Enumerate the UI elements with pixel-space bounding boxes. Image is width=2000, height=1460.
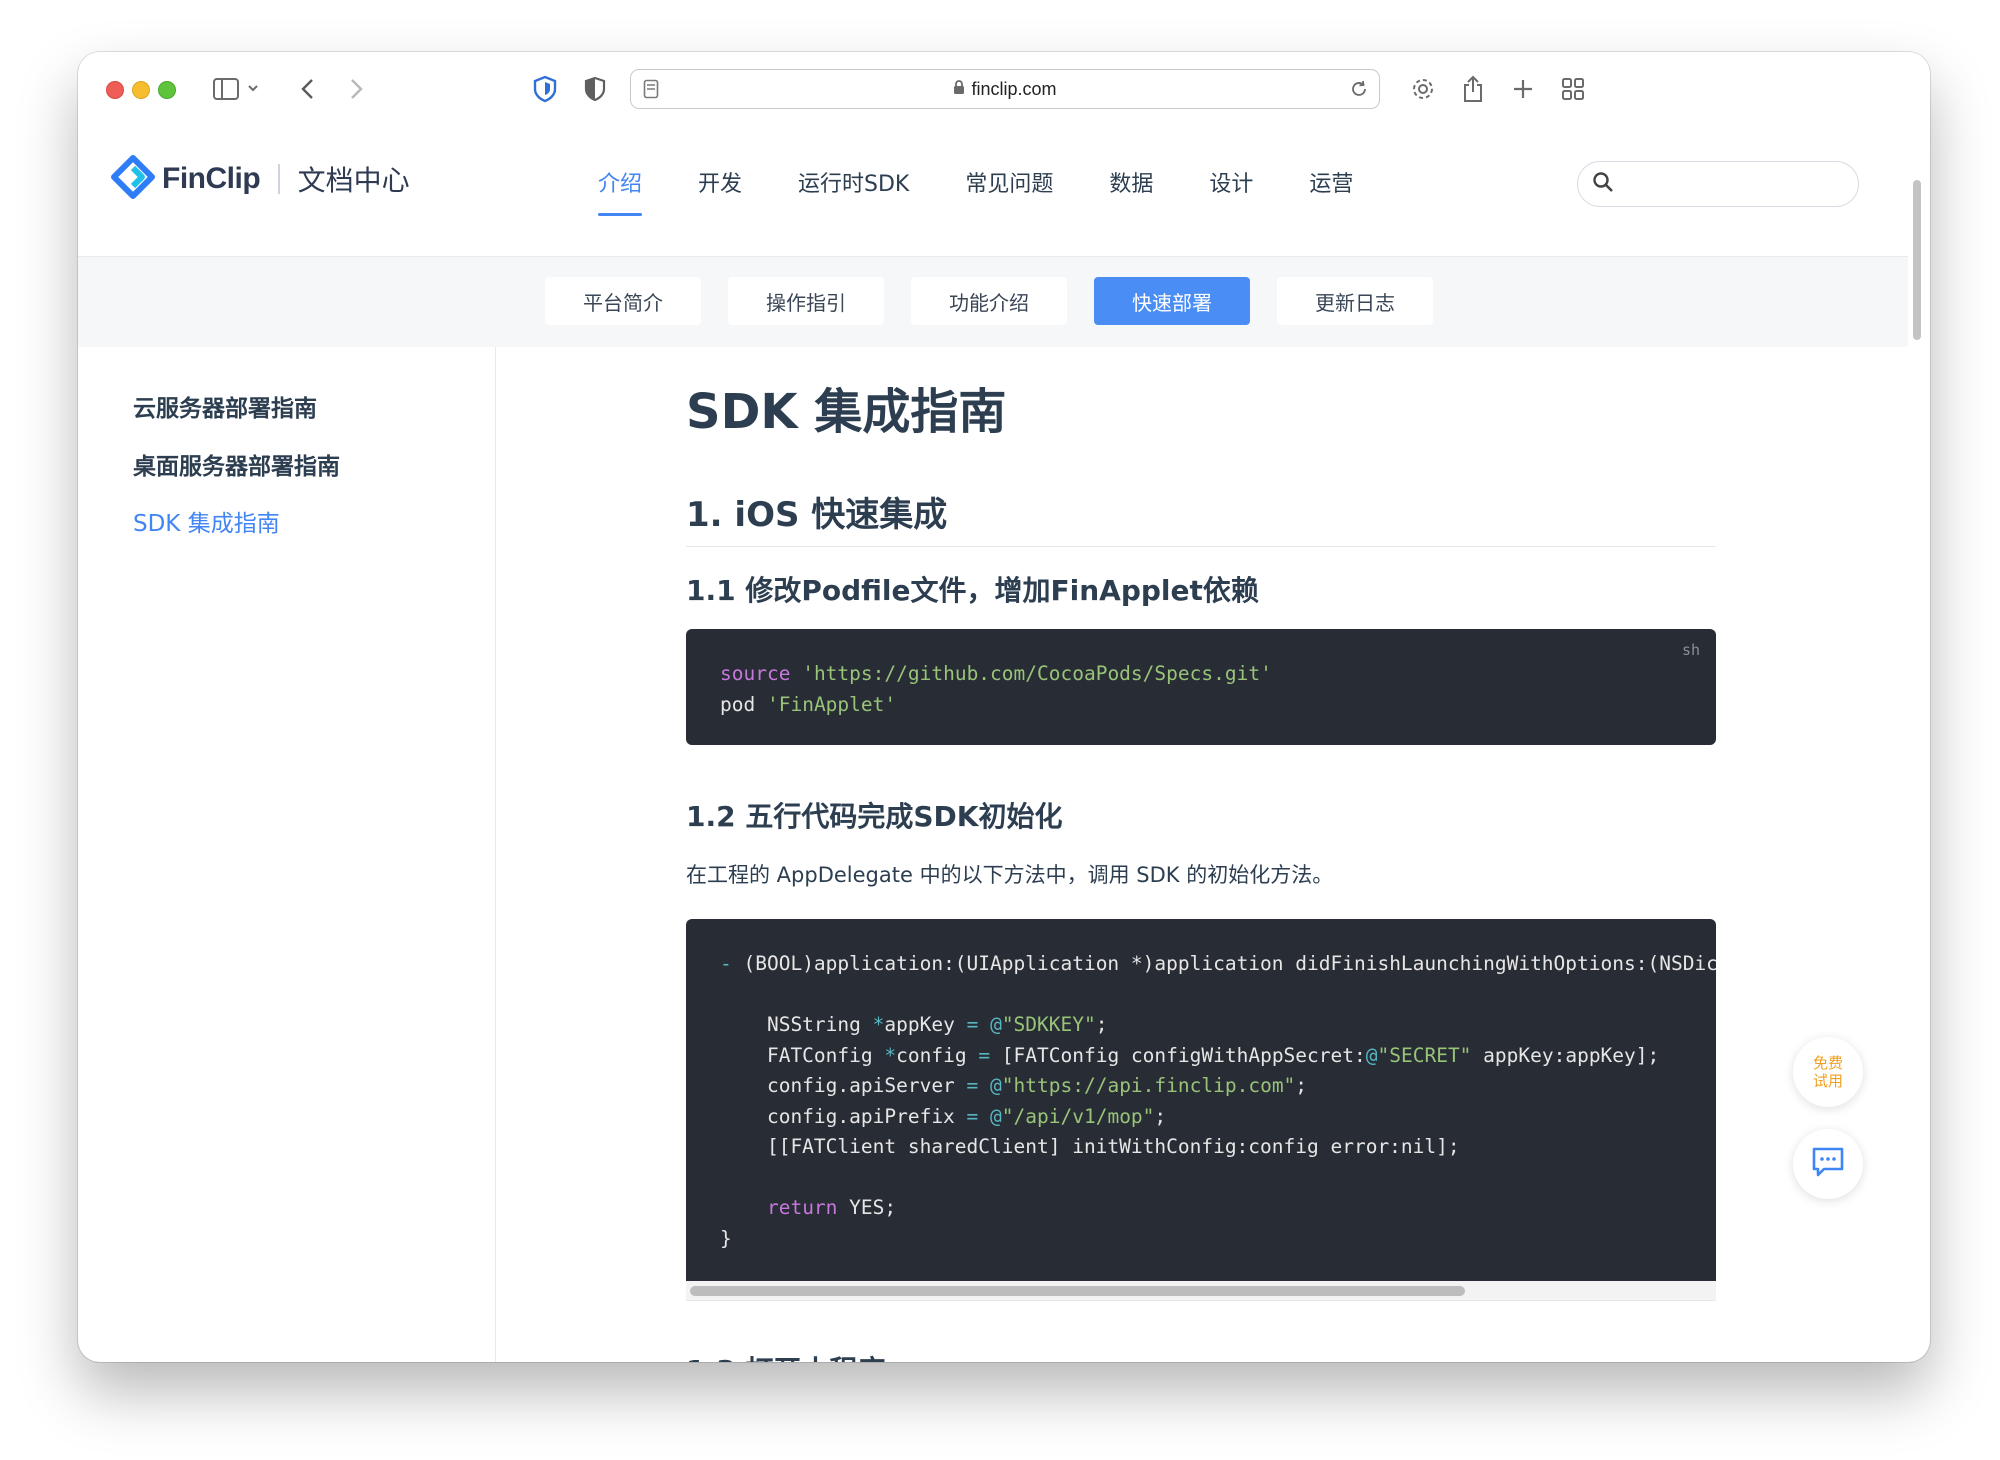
section-heading-ios: 1. iOS 快速集成	[686, 487, 1716, 547]
nav-item-data[interactable]: 数据	[1109, 166, 1153, 212]
page-vertical-scrollbar[interactable]	[1910, 126, 1924, 1362]
lock-icon	[953, 79, 965, 99]
doc-sidebar: 云服务器部署指南 桌面服务器部署指南 SDK 集成指南	[78, 347, 496, 1362]
main-nav: 介绍 开发 运行时SDK 常见问题 数据 设计 运营	[598, 166, 1409, 216]
share-icon[interactable]	[1458, 70, 1488, 108]
search-box[interactable]	[1577, 161, 1859, 207]
subnav-operation-guide[interactable]: 操作指引	[728, 277, 884, 325]
url-text: finclip.com	[971, 78, 1057, 99]
nav-item-develop[interactable]: 开发	[698, 166, 742, 212]
gear-icon[interactable]	[1408, 70, 1438, 108]
sub-nav-bar: 平台简介 操作指引 功能介绍 快速部署 更新日志	[78, 257, 1908, 347]
nav-item-design[interactable]: 设计	[1209, 166, 1253, 212]
nav-item-operation[interactable]: 运营	[1309, 166, 1353, 212]
site-header: FinClip 文档中心 介绍 开发 运行时SDK 常见问题 数据 设计 运营	[78, 126, 1908, 257]
privacy-shield-icon[interactable]	[580, 70, 610, 108]
zoom-window-button[interactable]	[158, 81, 176, 99]
chat-icon	[1811, 1146, 1845, 1182]
browser-toolbar: finclip.com	[78, 52, 1930, 126]
free-trial-label: 免费试用	[1812, 1054, 1843, 1090]
search-icon	[1592, 171, 1614, 197]
browser-window: finclip.com FinClip 文档中心 介绍 开发 运行时SDK 常见…	[78, 52, 1930, 1362]
subnav-quick-deploy[interactable]: 快速部署	[1094, 277, 1250, 325]
sidebar-item-desktop-deploy[interactable]: 桌面服务器部署指南	[133, 447, 340, 481]
back-icon[interactable]	[292, 70, 322, 108]
code-keyword: pod	[720, 692, 756, 716]
code-string: 'https://github.com/CocoaPods/Specs.git'	[802, 662, 1272, 685]
address-bar[interactable]: finclip.com	[630, 69, 1380, 109]
close-window-button[interactable]	[106, 81, 124, 99]
free-trial-button[interactable]: 免费试用	[1793, 1037, 1863, 1107]
page-title: SDK 集成指南	[686, 384, 1007, 440]
chat-button[interactable]	[1793, 1129, 1863, 1199]
nav-item-runtime-sdk[interactable]: 运行时SDK	[798, 166, 909, 212]
subsection-heading-open-applet: 1.3 打开小程序	[686, 1349, 885, 1362]
code-init-lines: - (BOOL)application:(UIApplication *)app…	[720, 952, 1716, 1250]
minimize-window-button[interactable]	[132, 81, 150, 99]
sidebar-item-cloud-deploy[interactable]: 云服务器部署指南	[133, 389, 317, 423]
subsection-heading-podfile: 1.1 修改Podfile文件，增加FinApplet依赖	[686, 574, 1259, 607]
logo-subtitle: 文档中心	[297, 164, 410, 197]
page-scroll-thumb[interactable]	[1913, 180, 1921, 340]
page-icon	[643, 79, 659, 103]
search-input[interactable]	[1622, 173, 1852, 195]
finclip-logo-icon	[110, 154, 156, 204]
new-tab-icon[interactable]	[1508, 70, 1538, 108]
subnav-feature-intro[interactable]: 功能介绍	[911, 277, 1067, 325]
logo-divider	[278, 164, 280, 194]
code-language-label: sh	[1681, 641, 1700, 659]
logo-text: FinClip	[162, 162, 261, 195]
reload-icon[interactable]	[1349, 79, 1369, 103]
code-horizontal-scrollbar[interactable]	[686, 1281, 1716, 1301]
subnav-changelog[interactable]: 更新日志	[1277, 277, 1433, 325]
sidebar-toggle-icon[interactable]	[208, 70, 268, 108]
nav-item-intro[interactable]: 介绍	[598, 166, 643, 216]
nav-item-faq[interactable]: 常见问题	[965, 166, 1053, 212]
tab-overview-icon[interactable]	[1558, 70, 1588, 108]
site-logo[interactable]: FinClip 文档中心	[110, 154, 410, 204]
code-string: 'FinApplet'	[766, 692, 897, 716]
code-block-init: - (BOOL)application:(UIApplication *)app…	[686, 919, 1716, 1281]
subnav-platform-intro[interactable]: 平台简介	[545, 277, 701, 325]
sidebar-item-sdk-guide[interactable]: SDK 集成指南	[133, 504, 280, 538]
code-scroll-thumb[interactable]	[690, 1286, 1465, 1296]
password-manager-shield-icon[interactable]	[530, 70, 560, 108]
forward-icon[interactable]	[342, 70, 372, 108]
code-block-podfile: sh source 'https://github.com/CocoaPods/…	[686, 629, 1716, 745]
subsection-heading-init: 1.2 五行代码完成SDK初始化	[686, 800, 1063, 833]
init-description: 在工程的 AppDelegate 中的以下方法中，调用 SDK 的初始化方法。	[686, 863, 1334, 887]
code-keyword: source	[720, 662, 791, 685]
